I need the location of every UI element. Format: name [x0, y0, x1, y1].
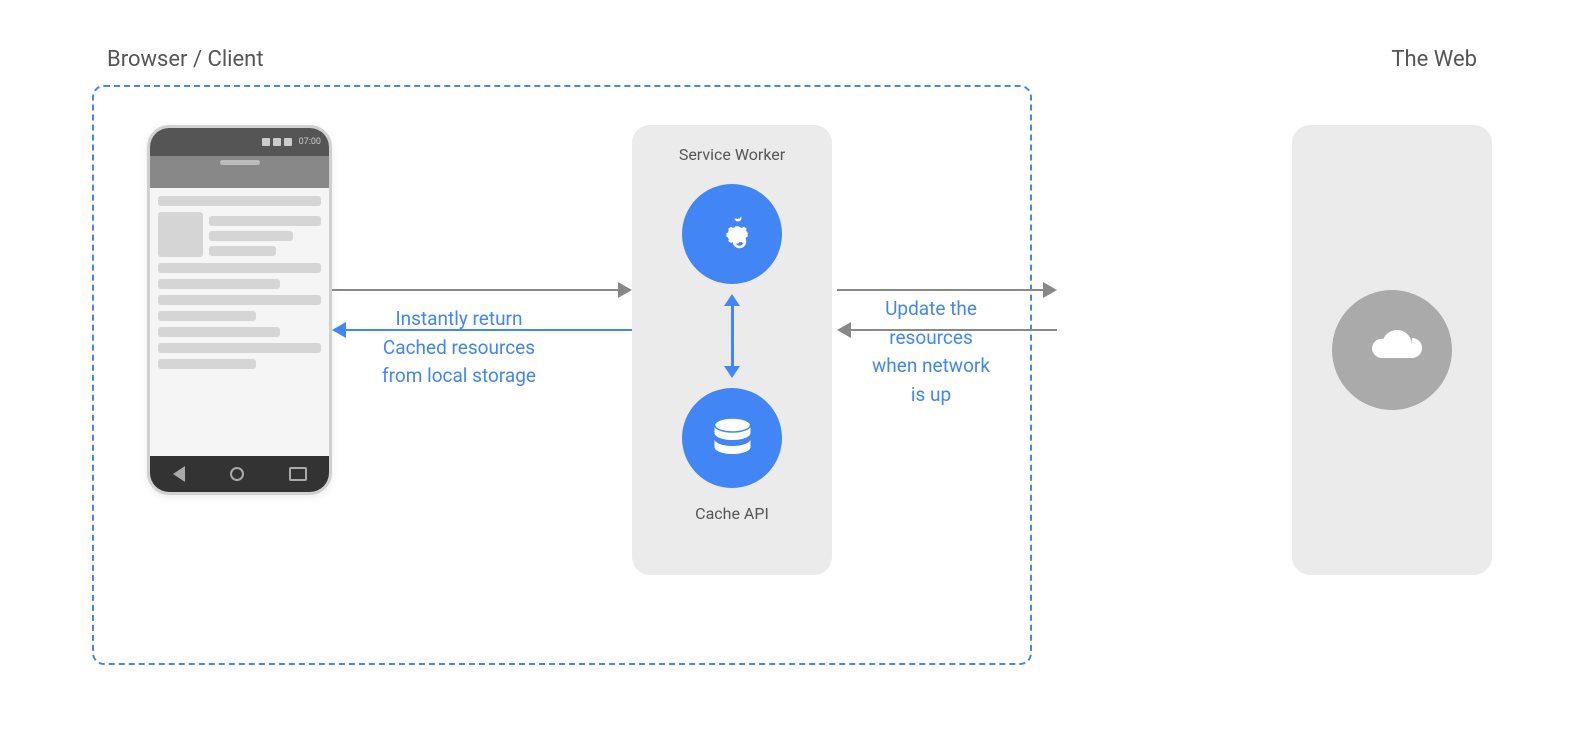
phone-content-line-8 — [158, 359, 256, 369]
wifi-icon — [273, 138, 281, 146]
update-line-3: when network — [872, 352, 990, 381]
arrow-head-sw-web — [1043, 282, 1057, 298]
phone-content-line-5 — [158, 311, 256, 321]
update-line-4: is up — [872, 381, 990, 410]
cached-line-2: Cached resources — [382, 334, 536, 363]
phone-content-line-7 — [158, 343, 321, 353]
database-icon — [705, 411, 760, 466]
cloud-icon — [1357, 325, 1427, 375]
arrow-head-web-sw — [837, 322, 851, 338]
phone-back-button — [173, 466, 185, 482]
phone-content — [150, 188, 329, 456]
v-arrow-line — [731, 306, 734, 366]
cache-api-label: Cache API — [695, 504, 769, 523]
phone-block-text — [209, 212, 321, 257]
cached-line-3: from local storage — [382, 362, 536, 391]
phone-time: 07:00 — [299, 137, 321, 147]
phone-recent-button — [289, 467, 307, 481]
arrow-head-right — [618, 282, 632, 298]
phone-mockup: 07:00 — [147, 125, 332, 495]
phone-status-icons: 07:00 — [262, 137, 321, 147]
phone-text-line-2 — [209, 231, 293, 241]
update-line-1: Update the — [872, 295, 990, 324]
phone-content-line-6 — [158, 327, 280, 337]
cache-api-circle — [682, 388, 782, 488]
phone-content-line-1 — [158, 196, 321, 206]
service-worker-box: Service Worker — [632, 125, 832, 575]
cached-resources-label: Instantly return Cached resources from l… — [382, 305, 536, 391]
phone-nav-bar — [150, 456, 329, 492]
vertical-double-arrow — [724, 294, 740, 378]
battery-icon — [284, 138, 292, 146]
update-resources-label: Update the resources when network is up — [872, 295, 990, 409]
phone-text-line-3 — [209, 246, 276, 256]
phone-content-line-2 — [158, 263, 321, 273]
signal-icon — [262, 138, 270, 146]
v-arrow-down — [724, 366, 740, 378]
phone-content-block-1 — [158, 212, 321, 257]
web-label: The Web — [1391, 47, 1477, 72]
cloud-circle — [1332, 290, 1452, 410]
phone-content-line-4 — [158, 295, 321, 305]
browser-client-label: Browser / Client — [107, 47, 264, 72]
arrow-head-left-blue — [332, 322, 346, 338]
service-worker-label: Service Worker — [679, 145, 785, 164]
phone-speaker — [220, 160, 260, 165]
cached-line-1: Instantly return — [382, 305, 536, 334]
phone-status-bar: 07:00 — [150, 128, 329, 156]
web-box — [1292, 125, 1492, 575]
phone-block-image — [158, 212, 203, 257]
gear-circle — [682, 184, 782, 284]
arrow-line-sw-web-right — [837, 289, 1043, 292]
phone-home-button — [230, 467, 244, 481]
phone-content-line-3 — [158, 279, 280, 289]
update-line-2: resources — [872, 324, 990, 353]
diagram-container: Browser / Client The Web 07:00 — [52, 25, 1532, 705]
v-arrow-up — [724, 294, 740, 306]
gear-icon — [702, 204, 762, 264]
arrow-line-right — [332, 289, 618, 292]
phone-text-line-1 — [209, 216, 321, 226]
arrow-phone-to-sw — [332, 280, 632, 300]
